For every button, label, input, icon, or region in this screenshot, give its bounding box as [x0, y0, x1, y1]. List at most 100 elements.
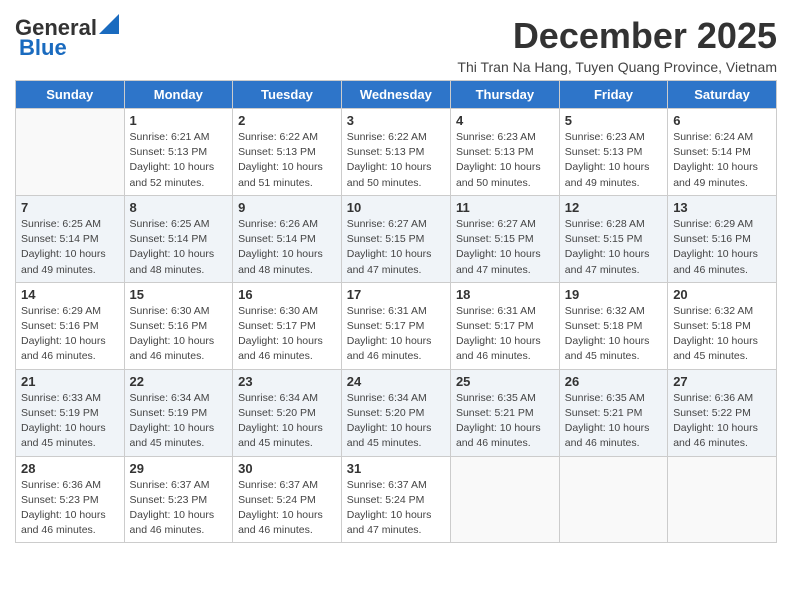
day-info: Sunrise: 6:27 AMSunset: 5:15 PMDaylight:… — [347, 217, 445, 278]
logo-blue-text: Blue — [19, 35, 67, 61]
calendar-week-3: 14 Sunrise: 6:29 AMSunset: 5:16 PMDayligh… — [16, 282, 777, 369]
day-number: 23 — [238, 374, 336, 389]
calendar-cell: 11Sunrise: 6:27 AMSunset: 5:15 PMDayligh… — [450, 195, 559, 282]
day-info: Sunrise: 6:37 AMSunset: 5:23 PMDaylight:… — [130, 478, 228, 539]
day-number: 4 — [456, 113, 554, 128]
day-number: 1 — [130, 113, 228, 128]
day-info: Sunrise: 6:23 AMSunset: 5:13 PMDaylight:… — [565, 130, 662, 191]
header-wednesday: Wednesday — [341, 81, 450, 109]
calendar-cell: 20Sunrise: 6:32 AMSunset: 5:18 PMDayligh… — [668, 282, 777, 369]
day-info: Sunrise: 6:29 AMSunset: 5:16 PMDaylight:… — [673, 217, 771, 278]
calendar-table: SundayMondayTuesdayWednesdayThursdayFrid… — [15, 80, 777, 543]
header-thursday: Thursday — [450, 81, 559, 109]
day-number: 7 — [21, 200, 119, 215]
month-title: December 2025 — [457, 15, 777, 57]
day-info: Sunrise: 6:35 AMSunset: 5:21 PMDaylight:… — [565, 391, 662, 452]
day-number: 6 — [673, 113, 771, 128]
day-number: 31 — [347, 461, 445, 476]
calendar-cell: 21 Sunrise: 6:33 AMSunset: 5:19 PMDayligh… — [16, 369, 125, 456]
day-info: Sunrise: 6:27 AMSunset: 5:15 PMDaylight:… — [456, 217, 554, 278]
header-tuesday: Tuesday — [233, 81, 342, 109]
location-title: Thi Tran Na Hang, Tuyen Quang Province, … — [457, 59, 777, 75]
day-info: Sunrise: 6:30 AMSunset: 5:16 PMDaylight:… — [130, 304, 228, 365]
day-info: Sunrise: 6:37 AMSunset: 5:24 PMDaylight:… — [238, 478, 336, 539]
calendar-cell: 25 Sunrise: 6:35 AMSunset: 5:21 PMDayligh… — [450, 369, 559, 456]
day-number: 29 — [130, 461, 228, 476]
day-number: 25 — [456, 374, 554, 389]
page-header: General Blue December 2025 Thi Tran Na H… — [15, 15, 777, 75]
day-info: Sunrise: 6:22 AMSunset: 5:13 PMDaylight:… — [347, 130, 445, 191]
calendar-cell: 1 Sunrise: 6:21 AMSunset: 5:13 PMDaylight… — [124, 109, 233, 196]
calendar-cell — [16, 109, 125, 196]
calendar-cell: 24 Sunrise: 6:34 AMSunset: 5:20 PMDayligh… — [341, 369, 450, 456]
day-number: 22 — [130, 374, 228, 389]
day-info: Sunrise: 6:33 AMSunset: 5:19 PMDaylight:… — [21, 391, 119, 452]
calendar-cell: 19Sunrise: 6:32 AMSunset: 5:18 PMDayligh… — [559, 282, 667, 369]
day-info: Sunrise: 6:21 AMSunset: 5:13 PMDaylight:… — [130, 130, 228, 191]
day-info: Sunrise: 6:37 AMSunset: 5:24 PMDaylight:… — [347, 478, 445, 539]
day-info: Sunrise: 6:25 AMSunset: 5:14 PMDaylight:… — [130, 217, 228, 278]
calendar-cell: 28 Sunrise: 6:36 AMSunset: 5:23 PMDayligh… — [16, 456, 125, 543]
day-number: 2 — [238, 113, 336, 128]
header-sunday: Sunday — [16, 81, 125, 109]
calendar-week-4: 21 Sunrise: 6:33 AMSunset: 5:19 PMDayligh… — [16, 369, 777, 456]
day-number: 14 — [21, 287, 119, 302]
day-number: 24 — [347, 374, 445, 389]
day-number: 13 — [673, 200, 771, 215]
calendar-cell: 18 Sunrise: 6:31 AMSunset: 5:17 PMDayligh… — [450, 282, 559, 369]
day-info: Sunrise: 6:35 AMSunset: 5:21 PMDaylight:… — [456, 391, 554, 452]
header-saturday: Saturday — [668, 81, 777, 109]
calendar-cell: 12Sunrise: 6:28 AMSunset: 5:15 PMDayligh… — [559, 195, 667, 282]
calendar-cell: 8 Sunrise: 6:25 AMSunset: 5:14 PMDaylight… — [124, 195, 233, 282]
day-info: Sunrise: 6:22 AMSunset: 5:13 PMDaylight:… — [238, 130, 336, 191]
calendar-cell: 22 Sunrise: 6:34 AMSunset: 5:19 PMDayligh… — [124, 369, 233, 456]
calendar-cell: 9Sunrise: 6:26 AMSunset: 5:14 PMDaylight… — [233, 195, 342, 282]
calendar-cell: 4Sunrise: 6:23 AMSunset: 5:13 PMDaylight… — [450, 109, 559, 196]
day-number: 18 — [456, 287, 554, 302]
day-info: Sunrise: 6:29 AMSunset: 5:16 PMDaylight:… — [21, 304, 119, 365]
day-number: 5 — [565, 113, 662, 128]
day-info: Sunrise: 6:34 AMSunset: 5:19 PMDaylight:… — [130, 391, 228, 452]
calendar-cell — [559, 456, 667, 543]
day-info: Sunrise: 6:36 AMSunset: 5:23 PMDaylight:… — [21, 478, 119, 539]
header-friday: Friday — [559, 81, 667, 109]
logo: General Blue — [15, 15, 119, 61]
day-number: 12 — [565, 200, 662, 215]
day-info: Sunrise: 6:25 AMSunset: 5:14 PMDaylight:… — [21, 217, 119, 278]
calendar-header-row: SundayMondayTuesdayWednesdayThursdayFrid… — [16, 81, 777, 109]
day-number: 15 — [130, 287, 228, 302]
day-info: Sunrise: 6:26 AMSunset: 5:14 PMDaylight:… — [238, 217, 336, 278]
day-info: Sunrise: 6:31 AMSunset: 5:17 PMDaylight:… — [456, 304, 554, 365]
calendar-cell: 6 Sunrise: 6:24 AMSunset: 5:14 PMDaylight… — [668, 109, 777, 196]
day-info: Sunrise: 6:34 AMSunset: 5:20 PMDaylight:… — [238, 391, 336, 452]
day-number: 28 — [21, 461, 119, 476]
calendar-cell: 15 Sunrise: 6:30 AMSunset: 5:16 PMDayligh… — [124, 282, 233, 369]
calendar-cell: 13 Sunrise: 6:29 AMSunset: 5:16 PMDayligh… — [668, 195, 777, 282]
title-block: December 2025 Thi Tran Na Hang, Tuyen Qu… — [457, 15, 777, 75]
day-info: Sunrise: 6:32 AMSunset: 5:18 PMDaylight:… — [565, 304, 662, 365]
day-number: 8 — [130, 200, 228, 215]
day-info: Sunrise: 6:31 AMSunset: 5:17 PMDaylight:… — [347, 304, 445, 365]
calendar-cell: 29 Sunrise: 6:37 AMSunset: 5:23 PMDayligh… — [124, 456, 233, 543]
calendar-cell: 26Sunrise: 6:35 AMSunset: 5:21 PMDayligh… — [559, 369, 667, 456]
day-info: Sunrise: 6:24 AMSunset: 5:14 PMDaylight:… — [673, 130, 771, 191]
calendar-cell: 17 Sunrise: 6:31 AMSunset: 5:17 PMDayligh… — [341, 282, 450, 369]
day-info: Sunrise: 6:32 AMSunset: 5:18 PMDaylight:… — [673, 304, 771, 365]
calendar-cell: 16Sunrise: 6:30 AMSunset: 5:17 PMDayligh… — [233, 282, 342, 369]
day-number: 27 — [673, 374, 771, 389]
calendar-cell: 7 Sunrise: 6:25 AMSunset: 5:14 PMDaylight… — [16, 195, 125, 282]
calendar-cell: 5 Sunrise: 6:23 AMSunset: 5:13 PMDaylight… — [559, 109, 667, 196]
calendar-week-5: 28 Sunrise: 6:36 AMSunset: 5:23 PMDayligh… — [16, 456, 777, 543]
calendar-cell: 30 Sunrise: 6:37 AMSunset: 5:24 PMDayligh… — [233, 456, 342, 543]
calendar-cell — [668, 456, 777, 543]
day-number: 21 — [21, 374, 119, 389]
day-number: 17 — [347, 287, 445, 302]
calendar-cell: 31 Sunrise: 6:37 AMSunset: 5:24 PMDayligh… — [341, 456, 450, 543]
calendar-cell: 10 Sunrise: 6:27 AMSunset: 5:15 PMDayligh… — [341, 195, 450, 282]
calendar-week-1: 1 Sunrise: 6:21 AMSunset: 5:13 PMDaylight… — [16, 109, 777, 196]
day-number: 30 — [238, 461, 336, 476]
day-number: 10 — [347, 200, 445, 215]
day-info: Sunrise: 6:34 AMSunset: 5:20 PMDaylight:… — [347, 391, 445, 452]
calendar-cell: 14 Sunrise: 6:29 AMSunset: 5:16 PMDayligh… — [16, 282, 125, 369]
calendar-cell: 3Sunrise: 6:22 AMSunset: 5:13 PMDaylight… — [341, 109, 450, 196]
